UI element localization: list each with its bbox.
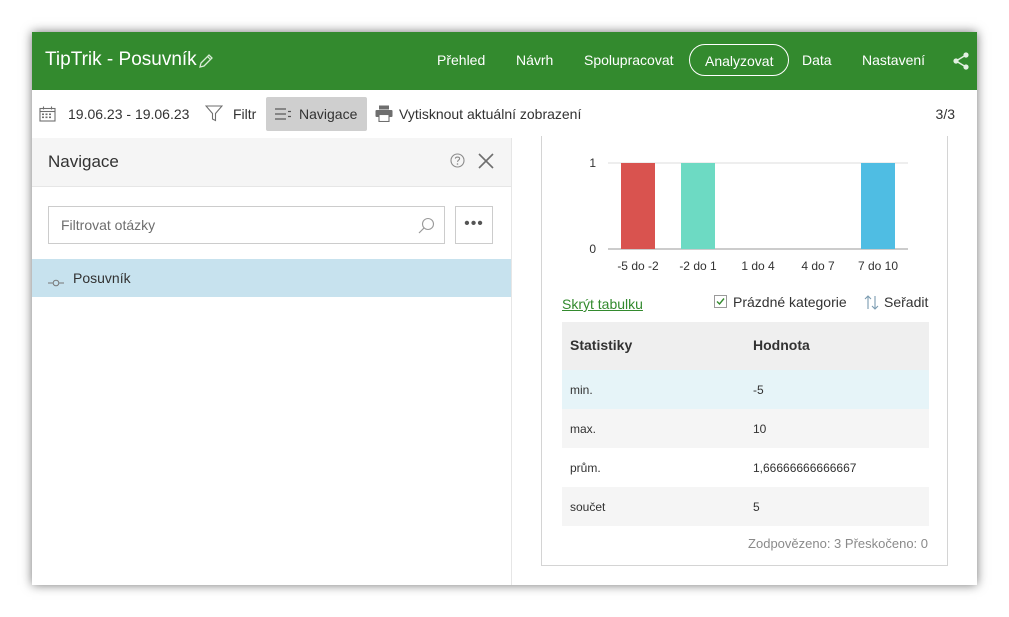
x-tick-label: 1 do 4 <box>741 259 775 273</box>
histogram-bar <box>861 163 895 249</box>
toolbar: 19.06.23 - 19.06.23 Filtr Navigace Vytis… <box>32 90 977 139</box>
tab-analyzovat[interactable]: Analyzovat <box>689 44 790 76</box>
survey-title: TipTrik - Posuvník <box>45 49 197 70</box>
app-window: TipTrik - Posuvník Přehled Návrh Spolupr… <box>32 32 977 585</box>
filter-questions-input[interactable]: Filtrovat otázky <box>48 206 445 244</box>
stat-value: 5 <box>753 500 760 514</box>
date-range[interactable]: 19.06.23 - 19.06.23 <box>68 90 189 138</box>
nav-item-label: Posuvník <box>73 270 131 286</box>
stat-name: součet <box>570 500 606 514</box>
histogram-chart: 0 1 -5 do -2 -2 do 1 1 do 4 4 do 7 7 do 10 <box>589 156 908 273</box>
sort-icon <box>864 295 880 315</box>
table-header: Statistiky Hodnota <box>562 322 929 370</box>
empty-categories-checkbox[interactable] <box>714 295 727 308</box>
navigation-panel-title: Navigace <box>48 152 119 171</box>
stat-value: -5 <box>753 383 764 397</box>
navigation-panel-header: Navigace <box>32 138 511 187</box>
tab-nastaveni[interactable]: Nastavení <box>862 52 925 68</box>
navigation-label: Navigace <box>299 106 358 122</box>
x-tick-label: -5 do -2 <box>617 259 659 273</box>
empty-categories-label: Prázdné kategorie <box>733 294 847 310</box>
x-tick-label: -2 do 1 <box>679 259 717 273</box>
table-row: součet 5 <box>562 487 929 526</box>
tab-data[interactable]: Data <box>802 52 832 68</box>
filter-button[interactable]: Filtr <box>233 90 256 138</box>
header-statistics: Statistiky <box>570 337 633 353</box>
more-options-button[interactable]: ••• <box>455 206 493 244</box>
app-header: TipTrik - Posuvník Přehled Návrh Spolupr… <box>32 32 977 90</box>
filter-icon[interactable] <box>204 105 224 127</box>
x-tick-label: 4 do 7 <box>801 259 835 273</box>
hide-table-link[interactable]: Skrýt tabulku <box>562 296 643 312</box>
stat-value: 1,66666666666667 <box>753 461 857 475</box>
stat-name: min. <box>570 383 593 397</box>
help-icon[interactable] <box>450 153 465 173</box>
share-icon[interactable] <box>952 51 970 76</box>
x-tick-label: 7 do 10 <box>858 259 898 273</box>
tab-navrh[interactable]: Návrh <box>516 52 553 68</box>
pencil-icon[interactable] <box>198 53 214 74</box>
close-icon[interactable] <box>477 152 495 175</box>
nav-item-posuvnik[interactable]: Posuvník <box>32 259 511 297</box>
print-icon[interactable] <box>375 105 393 127</box>
stat-value: 10 <box>753 422 767 436</box>
navigation-toggle-button[interactable]: Navigace <box>266 97 367 131</box>
search-icon[interactable] <box>418 217 435 239</box>
header-value: Hodnota <box>753 337 810 353</box>
question-result-card: 0 1 -5 do -2 -2 do 1 1 do 4 4 do 7 7 do 10 Skr… <box>541 136 948 566</box>
histogram-bar <box>681 163 715 249</box>
analysis-area: 0 1 -5 do -2 -2 do 1 1 do 4 4 do 7 7 do 10 Skr… <box>512 136 977 585</box>
page-counter: 3/3 <box>935 106 955 122</box>
navigation-panel: Navigace Filtrovat otázky ••• Posuvník <box>32 138 512 585</box>
response-summary: Zodpovězeno: 3 Přeskočeno: 0 <box>748 536 928 551</box>
list-icon <box>275 107 291 126</box>
statistics-table: Statistiky Hodnota min. -5 max. 10 prům.… <box>562 322 929 526</box>
histogram-bar <box>621 163 655 249</box>
tab-prehled[interactable]: Přehled <box>437 52 485 68</box>
stat-name: prům. <box>570 461 601 475</box>
calendar-icon[interactable] <box>39 106 56 127</box>
table-row: min. -5 <box>562 370 929 409</box>
table-row: prům. 1,66666666666667 <box>562 448 929 487</box>
y-tick-label: 1 <box>589 156 596 170</box>
tab-spolupracovat[interactable]: Spolupracovat <box>584 52 674 68</box>
y-tick-label: 0 <box>589 242 596 256</box>
sort-label: Seřadit <box>884 294 929 310</box>
table-row: max. 10 <box>562 409 929 448</box>
stat-name: max. <box>570 422 597 436</box>
print-current-view-button[interactable]: Vytisknout aktuální zobrazení <box>399 90 581 138</box>
slider-icon <box>48 274 64 292</box>
